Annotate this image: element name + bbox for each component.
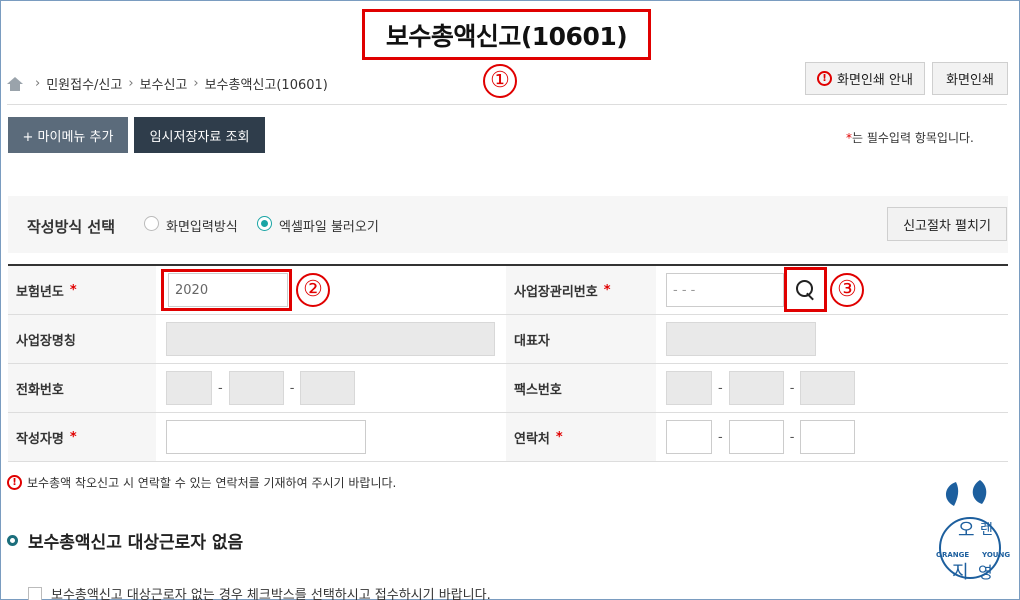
writer-label-cell: 작성자명 * xyxy=(8,413,156,461)
phone-field-3 xyxy=(300,371,356,405)
breadcrumb: › 민원접수/신고 › 보수신고 › 보수총액신고(10601) xyxy=(7,74,328,93)
fax-label: 팩스번호 xyxy=(506,364,656,412)
biz-no-label: 사업장관리번호 xyxy=(514,284,598,300)
no-worker-checkbox[interactable] xyxy=(28,586,42,600)
divider xyxy=(7,104,1007,105)
home-icon[interactable] xyxy=(7,76,23,91)
logo-char-top: 오 xyxy=(958,520,975,541)
print-guide-button[interactable]: ! 화면인쇄 안내 xyxy=(805,62,925,95)
section-title: 보수총액신고 대상근로자 없음 xyxy=(28,533,244,553)
radio-screen-input[interactable] xyxy=(144,216,159,231)
alert-icon: ! xyxy=(7,475,22,490)
required-star: * xyxy=(69,282,77,298)
biz-no-input[interactable]: - - - xyxy=(666,273,784,307)
biz-no-search-button[interactable] xyxy=(784,267,827,312)
contact-label: 연락처 xyxy=(514,431,550,447)
radio-excel-import-label[interactable]: 엑셀파일 불러오기 xyxy=(279,216,379,235)
biz-name-label: 사업장명칭 xyxy=(8,315,156,363)
logo-leaf-left xyxy=(945,482,959,506)
orange-young-logo: 오 렌 ORANGE YOUNG 지 영 xyxy=(936,480,1010,583)
biz-name-field xyxy=(166,322,495,356)
ceo-field xyxy=(666,322,816,356)
biz-no-label-cell: 사업장관리번호 * xyxy=(506,266,656,314)
contact-input-2[interactable] xyxy=(728,420,784,454)
logo-char-right-bottom: 영 xyxy=(978,563,993,582)
form-row: 전화번호 - - 팩스번호 - - xyxy=(8,364,1008,413)
logo-leaf-right xyxy=(972,480,987,504)
alert-icon: ! xyxy=(817,71,833,86)
required-note-text: 는 필수입력 항목입니다. xyxy=(852,131,974,145)
biz-name-cell xyxy=(156,315,506,363)
writer-label: 작성자명 xyxy=(16,431,64,447)
phone-cell: - - xyxy=(156,364,506,412)
section-heading: 보수총액신고 대상근로자 없음 xyxy=(7,528,243,553)
expand-procedure-button[interactable]: 신고절차 펼치기 xyxy=(887,207,1007,241)
radio-excel-import[interactable] xyxy=(257,216,272,231)
required-star: * xyxy=(555,429,563,445)
print-guide-label: 화면인쇄 안내 xyxy=(837,73,913,88)
add-mymenu-button[interactable]: + 마이메뉴 추가 xyxy=(8,117,128,153)
separator: - xyxy=(789,429,795,445)
search-icon xyxy=(795,279,817,301)
phone-label: 전화번호 xyxy=(8,364,156,412)
page-title: 보수총액신고(10601) xyxy=(385,21,628,51)
required-star: * xyxy=(603,282,611,298)
separator: - xyxy=(789,380,795,396)
ceo-label: 대표자 xyxy=(506,315,656,363)
year-label-cell: 보험년도 * xyxy=(8,266,156,314)
contact-input-1[interactable] xyxy=(666,420,712,454)
temp-saved-lookup-button[interactable]: 임시저장자료 조회 xyxy=(134,117,265,153)
separator: - xyxy=(289,380,295,396)
fax-field-3 xyxy=(800,371,856,405)
contact-label-cell: 연락처 * xyxy=(506,413,656,461)
year-highlight xyxy=(161,269,292,311)
form-row: 작성자명 * 연락처 * - - xyxy=(8,413,1008,462)
method-label: 작성방식 선택 xyxy=(27,218,116,236)
breadcrumb-item-current: 보수총액신고(10601) xyxy=(204,78,328,93)
logo-char-right-top: 렌 xyxy=(980,522,993,538)
required-note: *는 필수입력 항목입니다. xyxy=(846,129,974,146)
writer-input[interactable] xyxy=(166,420,366,454)
fax-field-2 xyxy=(728,371,784,405)
chevron-right-icon: › xyxy=(128,76,134,91)
contact-input-3[interactable] xyxy=(800,420,856,454)
contact-notice: ! 보수총액 착오신고 시 연락할 수 있는 연락처를 기재하여 주시기 바랍니… xyxy=(7,474,396,491)
form-row: 사업장명칭 대표자 xyxy=(8,315,1008,364)
radio-screen-input-label[interactable]: 화면입력방식 xyxy=(166,216,238,235)
year-label: 보험년도 xyxy=(16,284,64,300)
notice-text: 보수총액 착오신고 시 연락할 수 있는 연락처를 기재하여 주시기 바랍니다. xyxy=(27,476,397,490)
bullet-icon xyxy=(7,535,18,546)
phone-field-1 xyxy=(166,371,212,405)
print-button[interactable]: 화면인쇄 xyxy=(932,62,1008,95)
separator: - xyxy=(718,380,723,396)
fax-cell: - - xyxy=(656,364,1008,412)
logo-char-left: 지 xyxy=(952,562,969,583)
contact-cell: - - xyxy=(656,413,1008,461)
no-worker-check-label[interactable]: 보수총액신고 대상근로자 없는 경우 체크박스를 선택하시고 접수하시기 바랍니… xyxy=(51,584,491,600)
ceo-cell xyxy=(656,315,1008,363)
marker-2: ② xyxy=(296,273,330,307)
breadcrumb-item[interactable]: 민원접수/신고 xyxy=(46,74,122,93)
marker-1: ① xyxy=(483,64,517,98)
marker-3: ③ xyxy=(830,273,864,307)
required-star: * xyxy=(69,429,77,445)
separator: - xyxy=(718,429,723,445)
fax-field-1 xyxy=(666,371,712,405)
chevron-right-icon: › xyxy=(35,76,41,91)
logo-young: YOUNG xyxy=(981,551,1010,559)
breadcrumb-item[interactable]: 보수신고 xyxy=(140,74,188,93)
separator: - xyxy=(218,380,223,396)
page-title-highlight: 보수총액신고(10601) xyxy=(362,9,651,60)
writer-cell xyxy=(156,413,506,461)
no-worker-check-row: 보수총액신고 대상근로자 없는 경우 체크박스를 선택하시고 접수하시기 바랍니… xyxy=(28,584,491,600)
phone-field-2 xyxy=(228,371,284,405)
logo-orange: ORANGE xyxy=(936,551,969,559)
chevron-right-icon: › xyxy=(193,76,199,91)
